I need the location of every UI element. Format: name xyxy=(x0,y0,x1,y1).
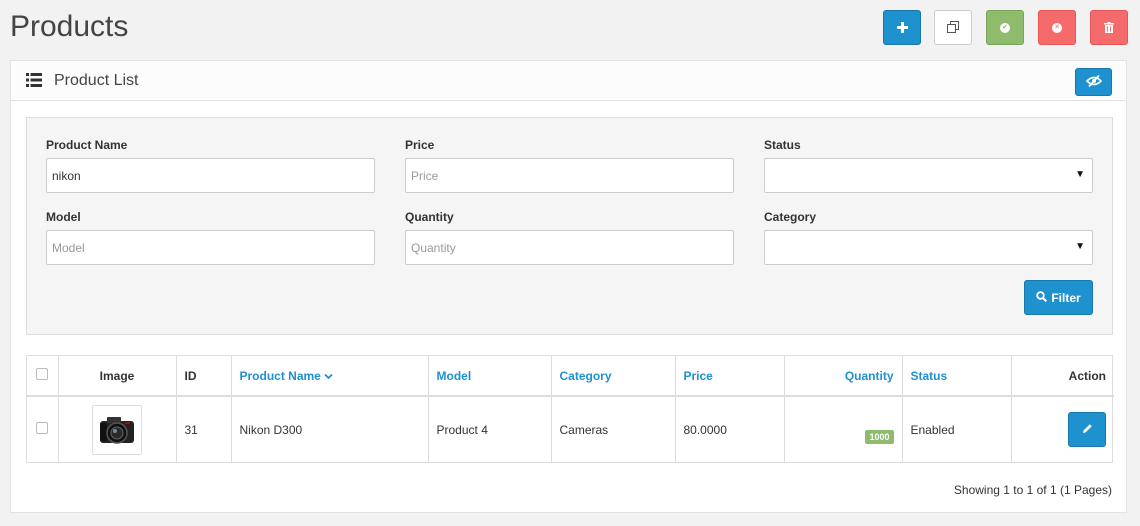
pagination-summary: Showing 1 to 1 of 1 (1 Pages) xyxy=(953,483,1112,497)
quantity-input[interactable] xyxy=(405,230,734,265)
model-label: Model xyxy=(46,210,81,224)
product-name-label: Product Name xyxy=(46,138,128,152)
disable-button[interactable]: ✕ xyxy=(1038,10,1076,45)
product-list-panel: Product List Product Name Price Status ▼… xyxy=(10,60,1127,513)
category-select[interactable]: ▼ xyxy=(764,230,1093,265)
row-checkbox[interactable] xyxy=(36,422,49,434)
model-input[interactable] xyxy=(46,230,375,265)
page-title: Products xyxy=(10,10,129,43)
eye-slash-icon xyxy=(1085,74,1102,90)
edit-button[interactable] xyxy=(1068,412,1106,447)
panel-heading: Product List xyxy=(11,61,1126,101)
pencil-icon xyxy=(1082,423,1093,437)
quantity-cell: 1000 xyxy=(784,396,903,462)
check-circle-icon: ✔ xyxy=(1000,22,1010,33)
product-thumbnail xyxy=(92,404,142,455)
table-header-row: Image ID Product Name Model Category Pri… xyxy=(27,356,1114,396)
filter-button-label: Filter xyxy=(1051,290,1081,305)
product-name-header-label: Product Name xyxy=(239,368,321,383)
filter-button[interactable]: Filter xyxy=(1024,280,1093,315)
caret-down-icon: ▼ xyxy=(1075,241,1085,252)
action-header: Action xyxy=(1068,368,1106,383)
category-label: Category xyxy=(764,210,817,224)
quantity-badge: 1000 xyxy=(865,429,894,444)
product-name-header[interactable]: Product Name xyxy=(231,356,429,396)
status-label: Status xyxy=(764,138,801,152)
image-header: Image xyxy=(58,356,177,396)
copy-icon xyxy=(947,20,959,36)
copy-button[interactable] xyxy=(934,10,972,45)
model-header[interactable]: Model xyxy=(428,356,552,396)
quantity-header[interactable]: Quantity xyxy=(784,356,903,396)
price-label: Price xyxy=(405,138,435,152)
filter-form: Product Name Price Status ▼ Model Quanti… xyxy=(26,117,1113,335)
status-select[interactable]: ▼ xyxy=(764,158,1093,193)
table-row: 31 Nikon D300 Product 4 Cameras 80.0000 … xyxy=(27,396,1114,462)
quantity-label: Quantity xyxy=(405,210,454,224)
delete-button[interactable] xyxy=(1090,10,1128,45)
search-icon xyxy=(1036,290,1048,305)
camera-icon xyxy=(100,416,134,444)
status-header[interactable]: Status xyxy=(902,356,1012,396)
trash-icon xyxy=(1104,20,1114,36)
id-cell: 31 xyxy=(176,396,232,462)
product-table: Image ID Product Name Model Category Pri… xyxy=(26,355,1114,463)
category-cell: Cameras xyxy=(551,396,676,462)
price-cell: 80.0000 xyxy=(675,396,785,462)
price-header[interactable]: Price xyxy=(675,356,785,396)
id-header: ID xyxy=(176,356,232,396)
category-header[interactable]: Category xyxy=(551,356,676,396)
action-cell xyxy=(1011,396,1114,462)
plus-icon xyxy=(896,20,908,36)
times-circle-icon: ✕ xyxy=(1052,22,1062,33)
product-name-input[interactable] xyxy=(46,158,375,193)
add-new-button[interactable] xyxy=(883,10,921,45)
select-all-cell xyxy=(27,356,59,396)
status-cell: Enabled xyxy=(902,396,1012,462)
image-cell xyxy=(58,396,177,462)
row-select-cell xyxy=(27,396,59,462)
product-name-cell: Nikon D300 xyxy=(231,396,429,462)
panel-title: Product List xyxy=(54,72,139,89)
enable-button[interactable]: ✔ xyxy=(986,10,1024,45)
caret-down-icon: ▼ xyxy=(1075,169,1085,180)
toggle-filter-button[interactable] xyxy=(1075,68,1112,96)
list-icon xyxy=(26,73,42,87)
chevron-down-icon xyxy=(324,369,333,383)
model-cell: Product 4 xyxy=(428,396,552,462)
price-input[interactable] xyxy=(405,158,734,193)
select-all-checkbox[interactable] xyxy=(36,368,49,380)
